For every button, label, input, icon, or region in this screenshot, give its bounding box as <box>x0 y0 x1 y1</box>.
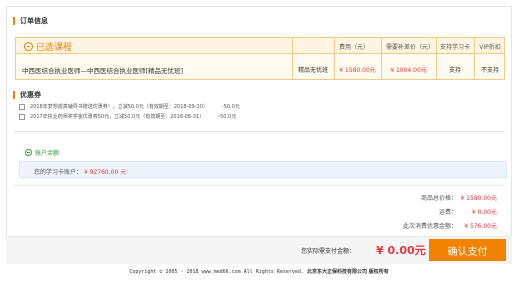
total-value: ¥ 1580.00元 <box>460 195 497 202</box>
total-label: 商品总价格： <box>420 195 457 202</box>
card-label: 您的学习卡账户： <box>34 169 83 176</box>
selected-course-label: 已选课程 <box>24 40 72 53</box>
footer-company: 北京东大正保科技有限公司 版权所有 <box>306 269 389 275</box>
footer: Copyright © 2005 - 2018 www.med66.com Al… <box>0 268 518 275</box>
shipping-value: ¥ 0.00元 <box>471 209 497 216</box>
coupons-title: 优惠券 <box>13 91 41 99</box>
selected-course-text: 已选课程 <box>36 43 73 53</box>
order-info-title: 订单信息 <box>13 17 48 25</box>
footer-copyright: Copyright © 2005 - 2018 www.med66.com Al… <box>129 269 304 275</box>
summary-discount: 此次消费优惠金额： ¥ 576.00元 <box>377 221 497 230</box>
balance-toggle[interactable]: 账户余额 <box>25 148 59 157</box>
coupon-text: 2017年执业药师奖学金优惠券50元，立减50.0元（有效期至：2018-08-… <box>30 114 205 120</box>
order-table: 已选课程 费用（元） 需要补差价（元） 支持学习卡 VIP折扣 中西医结合执业医… <box>15 37 505 80</box>
coupon-checkbox[interactable] <box>19 113 25 120</box>
balance-label-text: 账户余额 <box>35 150 60 157</box>
coupon-checkbox[interactable] <box>19 103 25 110</box>
coupon-item[interactable]: 2018年梦想成真辅导书赠送优惠券！，立减50.0元（有效期至：2018-09-… <box>19 103 240 110</box>
course-study-card: 支持 <box>448 67 461 74</box>
divider <box>13 185 505 186</box>
summary-total: 商品总价格： ¥ 1580.00元 <box>377 193 497 202</box>
course-name: 中西医结合执业医师—中西医结合执业医师[精品无忧班] <box>22 67 184 75</box>
coupon-text: 2018年梦想成真辅导书赠送优惠券！，立减50.0元（有效期至：2018-09-… <box>30 104 208 110</box>
balance-text: 您的学习卡账户： ¥ 92760.00 元 <box>34 167 126 176</box>
confirm-pay-button[interactable]: 确认支付 <box>429 239 506 261</box>
balance-box: 您的学习卡账户： ¥ 92760.00 元 <box>19 161 507 178</box>
discount-label: 此次消费优惠金额： <box>402 223 457 230</box>
coupon-item[interactable]: 2017年执业药师奖学金优惠券50元，立减50.0元（有效期至：2018-08-… <box>19 113 236 120</box>
divider <box>13 131 505 132</box>
summary-shipping: 运费： ¥ 0.00元 <box>377 207 497 216</box>
order-panel: 订单信息 已选课程 费用（元） 需要补差价（元） 支持学习卡 VIP折扣 中西医… <box>6 6 512 259</box>
shipping-label: 运费： <box>438 209 457 216</box>
course-type: 精品无忧班 <box>297 67 328 74</box>
minus-circle-icon <box>24 42 33 51</box>
pay-label: 您实际需支付金额： <box>301 248 356 255</box>
col-fee: 费用（元） <box>338 44 369 51</box>
order-table-header: 已选课程 费用（元） 需要补差价（元） 支持学习卡 VIP折扣 <box>16 38 504 54</box>
card-value: ¥ 92760.00 元 <box>83 169 127 176</box>
discount-value: ¥ 576.00元 <box>464 223 497 230</box>
pay-bar: 您实际需支付金额： ¥ 0.00元 确认支付 <box>6 236 512 264</box>
course-diff: ¥ 1004.00元 <box>390 67 427 74</box>
course-vip: 不支持 <box>480 67 499 74</box>
minus-circle-icon <box>25 149 32 156</box>
pay-amount: ¥ 0.00元 <box>376 244 426 257</box>
coupon-amount: -50.0元 <box>221 104 240 110</box>
col-study-card: 支持学习卡 <box>439 44 470 51</box>
coupon-amount: -50.0元 <box>218 114 237 120</box>
course-fee: ¥ 1580.00元 <box>339 67 376 74</box>
col-diff: 需要补差价（元） <box>385 44 434 51</box>
col-vip: VIP折扣 <box>479 44 501 51</box>
